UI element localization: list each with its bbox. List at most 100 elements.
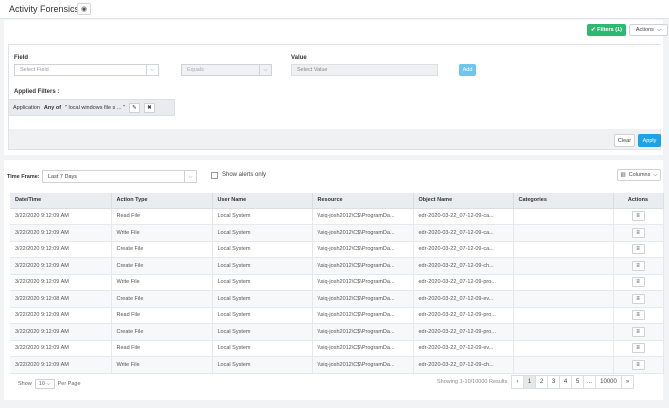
cell-date-time: 3/22/2020 9:12:09 AM [10, 307, 112, 324]
page-button[interactable]: 10000 [595, 375, 623, 389]
cell-actions: ≡ [613, 356, 664, 374]
cell-action-type: Write File [111, 224, 213, 242]
col-categories[interactable]: Categories [513, 193, 614, 209]
show-alerts-label: Show alerts only [222, 172, 267, 178]
row-menu-icon[interactable]: ≡ [631, 359, 645, 370]
row-menu-icon[interactable]: ≡ [631, 211, 645, 222]
add-button[interactable]: Add [459, 64, 476, 76]
table-row[interactable]: 3/22/2020 9:12:09 AM Write File Local Syst… [10, 274, 664, 291]
field-label: Field [14, 55, 29, 61]
col-resource[interactable]: Resource [312, 193, 414, 209]
row-menu-icon[interactable]: ≡ [631, 293, 645, 304]
cell-object-name: edr-2020-03-22_07-12-09-ev... [413, 340, 514, 357]
table-row[interactable]: 3/22/2020 9:12:09 AM Write File Local Syst… [10, 356, 664, 374]
chip-value: " local windows file s ... " [65, 104, 125, 111]
cell-user-name: Local System [212, 241, 313, 258]
cell-categories [513, 224, 614, 242]
cell-action-type: Create File [111, 257, 213, 275]
cell-object-name: edr-2020-03-22_07-12-09-ev... [413, 290, 514, 308]
filters-button[interactable]: ✔ Filters (1) [587, 24, 626, 36]
results-count: Showing 1-10/10000 Results [437, 379, 508, 385]
cell-resource: \\siq-josh2012\C$\ProgramDa... [312, 307, 414, 324]
title-bar: Activity Forensics ◉ [0, 0, 669, 19]
cell-action-type: Create File [111, 290, 213, 308]
actions-label: Actions [635, 27, 654, 33]
col-user-name[interactable]: User Name [212, 193, 313, 209]
edit-icon[interactable]: ✎ [128, 102, 140, 113]
actions-button[interactable]: Actions ⌵ [629, 24, 668, 36]
cell-action-type: Write File [111, 274, 213, 291]
table-row[interactable]: 3/22/2020 9:12:09 AM Create File Local Sys… [10, 323, 664, 341]
per-page-control: Show 10 ⌵ Per Page [18, 379, 81, 389]
table-row[interactable]: 3/22/2020 9:12:08 AM Create File Local Sys… [10, 290, 664, 308]
row-menu-icon[interactable]: ≡ [631, 227, 645, 238]
next-page-button[interactable]: » [621, 375, 635, 389]
cell-actions: ≡ [613, 224, 664, 242]
cell-resource: \\siq-josh2012\C$\ProgramDa... [312, 208, 414, 225]
cell-resource: \\siq-josh2012\C$\ProgramDa... [312, 224, 414, 242]
cell-user-name: Local System [212, 257, 313, 275]
value-label: Value [291, 55, 307, 61]
chevron-down-icon: ⌵ [146, 65, 158, 75]
chevron-down-icon: ⌵ [656, 26, 662, 33]
table-row[interactable]: 3/22/2020 9:12:09 AM Read File Local Syste… [10, 307, 664, 324]
table-header-row: Date/Time Action Type User Name Resource… [10, 193, 664, 209]
cell-resource: \\siq-josh2012\C$\ProgramDa... [312, 274, 414, 291]
cell-object-name: edr-2020-03-22_07-12-09-pro... [413, 274, 514, 291]
col-object-name[interactable]: Object Name [413, 193, 514, 209]
apply-button[interactable]: Apply [638, 134, 661, 147]
row-menu-icon[interactable]: ≡ [631, 244, 645, 255]
close-icon[interactable]: ✖ [143, 102, 155, 113]
timeframe-select[interactable]: Last 7 Days ⌵ [42, 170, 197, 183]
cell-object-name: edr-2020-03-22_07-12-09-ca... [413, 224, 514, 242]
table-row[interactable]: 3/22/2020 9:12:09 AM Read File Local Syste… [10, 340, 664, 357]
show-alerts-checkbox[interactable] [211, 172, 218, 179]
cell-actions: ≡ [613, 274, 664, 291]
operator-select[interactable]: Equals ⌵ [181, 64, 272, 76]
row-menu-icon[interactable]: ≡ [631, 277, 645, 288]
columns-button[interactable]: ▥ Columns ⌵ [617, 169, 661, 181]
cell-categories [513, 274, 614, 291]
table-row[interactable]: 3/22/2020 9:12:09 AM Read File Local Syste… [10, 208, 664, 225]
row-menu-icon[interactable]: ≡ [631, 310, 645, 321]
row-menu-icon[interactable]: ≡ [631, 260, 645, 271]
value-input[interactable]: Select Value [291, 64, 438, 76]
per-page-select[interactable]: 10 ⌵ [34, 379, 55, 389]
eye-icon[interactable]: ◉ [77, 3, 91, 15]
cell-actions: ≡ [613, 208, 664, 225]
chevron-down-icon: ⌵ [653, 171, 658, 178]
col-date-time[interactable]: Date/Time [10, 193, 112, 209]
table-row[interactable]: 3/22/2020 9:12:09 AM Write File Local Syst… [10, 224, 664, 242]
cell-categories [513, 257, 614, 275]
field-select-value: Select Field [20, 67, 49, 73]
cell-action-type: Write File [111, 356, 213, 374]
cell-action-type: Create File [111, 323, 213, 341]
cell-actions: ≡ [613, 241, 664, 258]
cell-resource: \\siq-josh2012\C$\ProgramDa... [312, 257, 414, 275]
cell-date-time: 3/22/2020 9:12:09 AM [10, 208, 112, 225]
cell-categories [513, 241, 614, 258]
row-menu-icon[interactable]: ≡ [631, 343, 645, 354]
clear-button[interactable]: Clear [614, 134, 635, 147]
cell-categories [513, 356, 614, 374]
table-row[interactable]: 3/22/2020 9:12:09 AM Create File Local Sys… [10, 257, 664, 275]
cell-categories [513, 323, 614, 341]
cell-date-time: 3/22/2020 9:12:09 AM [10, 340, 112, 357]
cell-user-name: Local System [212, 224, 313, 242]
cell-resource: \\siq-josh2012\C$\ProgramDa... [312, 356, 414, 374]
pagination: ‹ 1 2 3 4 5... 10000» [511, 375, 635, 389]
chevron-down-icon: ⌵ [259, 65, 271, 75]
cell-user-name: Local System [212, 340, 313, 357]
row-menu-icon[interactable]: ≡ [631, 326, 645, 337]
cell-date-time: 3/22/2020 9:12:09 AM [10, 241, 112, 258]
filter-builder-form [9, 45, 662, 129]
cell-user-name: Local System [212, 323, 313, 341]
cell-object-name: edr-2020-03-22_07-12-09-pro... [413, 307, 514, 324]
cell-date-time: 3/22/2020 9:12:09 AM [10, 323, 112, 341]
field-select[interactable]: Select Field ⌵ [14, 64, 159, 76]
table-row[interactable]: 3/22/2020 9:12:09 AM Create File Local Sys… [10, 241, 664, 258]
cell-action-type: Read File [111, 208, 213, 225]
timeframe-value: Last 7 Days [48, 173, 78, 180]
col-action-type[interactable]: Action Type [111, 193, 213, 209]
cell-categories [513, 340, 614, 357]
